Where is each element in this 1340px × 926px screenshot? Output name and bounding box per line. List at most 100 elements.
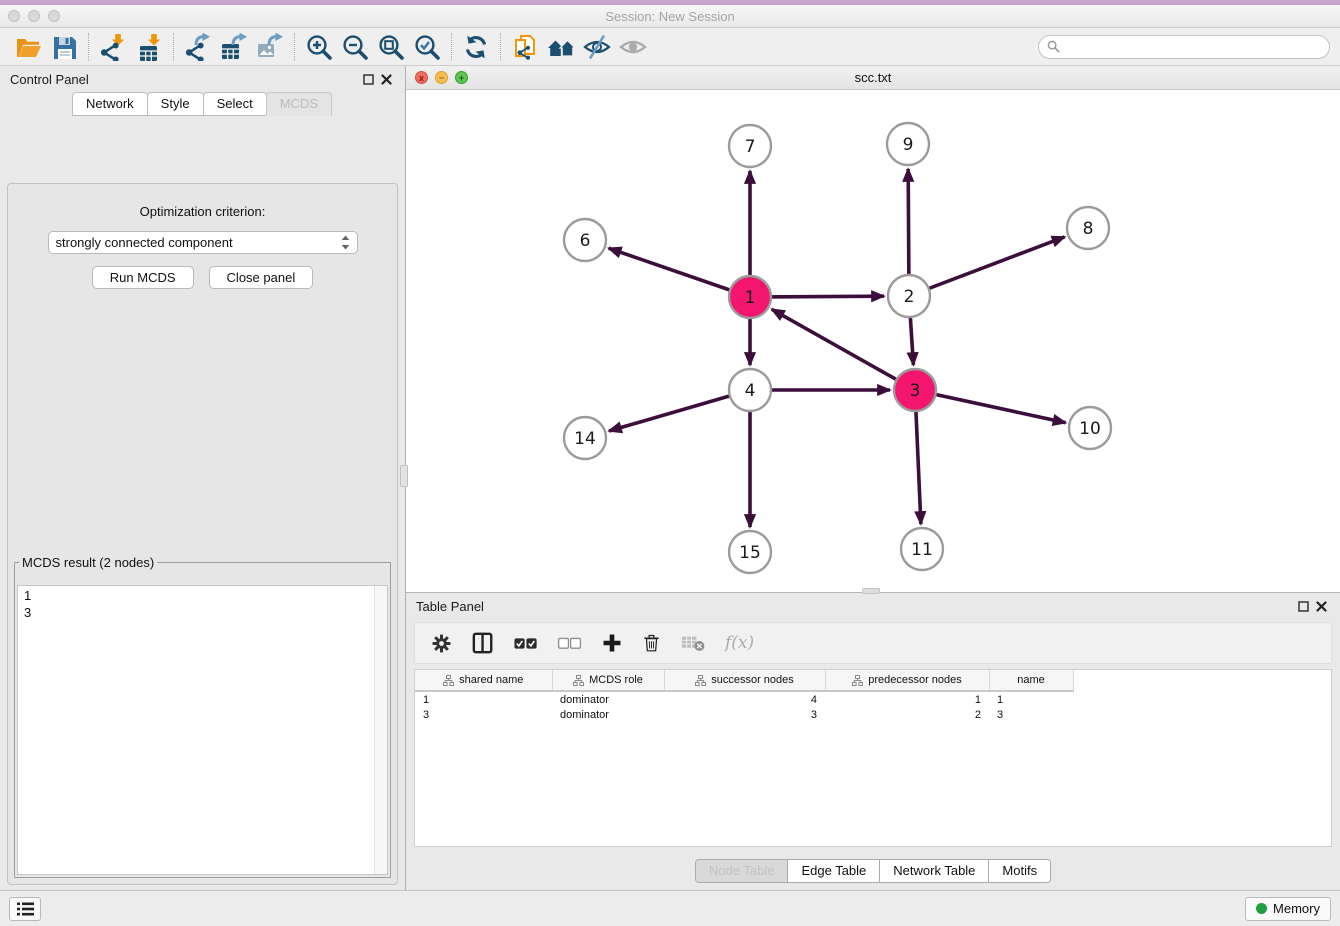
column-header-shared-name[interactable]: shared name (415, 670, 552, 691)
graph-node-7[interactable]: 7 (729, 125, 771, 167)
show-all-icon[interactable] (615, 30, 651, 64)
close-table-panel-icon[interactable] (1312, 598, 1330, 614)
memory-label: Memory (1273, 901, 1320, 916)
table-cell[interactable]: 1 (825, 691, 989, 707)
open-session-icon[interactable] (10, 30, 46, 64)
float-panel-icon[interactable] (359, 71, 377, 87)
table-cell[interactable]: 1 (989, 691, 1073, 707)
column-header-name[interactable]: name (989, 670, 1073, 691)
table-cell[interactable]: 3 (989, 707, 1073, 723)
network-window-controls: x − + (415, 71, 468, 84)
table-tabs-row: Node TableEdge TableNetwork TableMotifs (406, 859, 1340, 883)
export-table-icon[interactable] (216, 30, 252, 64)
tab-style[interactable]: Style (147, 92, 204, 116)
search-icon (1047, 40, 1060, 53)
zoom-selected-icon[interactable] (409, 30, 445, 64)
table-cell[interactable]: dominator (552, 691, 664, 707)
svg-text:15: 15 (739, 543, 761, 563)
first-neighbors-icon[interactable] (543, 30, 579, 64)
graph-node-10[interactable]: 10 (1069, 407, 1111, 449)
row-filler (1073, 691, 1089, 707)
delete-table-icon (681, 634, 705, 652)
deselect-all-icon[interactable] (558, 636, 582, 651)
network-canvas[interactable]: 7 9 6 8 1 2 4 3 14 10 15 11 (406, 90, 1340, 592)
toolbar-separator (173, 33, 174, 61)
graph-node-8[interactable]: 8 (1067, 207, 1109, 249)
zoom-in-icon[interactable] (301, 30, 337, 64)
task-history-button[interactable] (9, 897, 41, 921)
create-column-icon[interactable] (602, 633, 622, 653)
close-panel-button[interactable]: Close panel (209, 266, 314, 289)
float-table-panel-icon[interactable] (1294, 598, 1312, 614)
tab-select[interactable]: Select (203, 92, 267, 116)
graph-node-6[interactable]: 6 (564, 219, 606, 261)
run-mcds-button[interactable]: Run MCDS (92, 266, 194, 289)
clone-network-icon[interactable] (507, 30, 543, 64)
tab-mcds[interactable]: MCDS (266, 92, 332, 116)
table-cell[interactable]: dominator (552, 707, 664, 723)
maximize-window-icon[interactable]: + (455, 71, 468, 84)
column-header-MCDS-role[interactable]: MCDS role (552, 670, 664, 691)
save-session-icon[interactable] (46, 30, 82, 64)
close-panel-icon[interactable] (377, 71, 395, 87)
import-table-icon[interactable] (131, 30, 167, 64)
close-window-icon[interactable]: x (415, 71, 428, 84)
criterion-value: strongly connected component (56, 235, 233, 250)
graph-node-14[interactable]: 14 (564, 417, 606, 459)
tab-edge-table[interactable]: Edge Table (787, 860, 879, 882)
zoom-out-icon[interactable] (337, 30, 373, 64)
graph-node-3[interactable]: 3 (894, 369, 936, 411)
table-row[interactable]: 1dominator411 (415, 691, 1089, 707)
svg-text:8: 8 (1083, 219, 1094, 239)
graph-node-2[interactable]: 2 (888, 275, 930, 317)
memory-button[interactable]: Memory (1245, 897, 1331, 921)
minimize-window-icon[interactable]: − (435, 71, 448, 84)
tab-network[interactable]: Network (72, 92, 148, 116)
import-network-icon[interactable] (95, 30, 131, 64)
refresh-icon[interactable] (458, 30, 494, 64)
graph-node-1[interactable]: 1 (729, 276, 771, 318)
edge-2-8[interactable] (909, 237, 1065, 296)
table-cell[interactable]: 2 (825, 707, 989, 723)
select-all-icon[interactable] (514, 636, 538, 651)
network-svg[interactable]: 7 9 6 8 1 2 4 3 14 10 15 11 (406, 90, 1340, 592)
edge-3-10[interactable] (915, 390, 1066, 423)
graph-node-4[interactable]: 4 (729, 369, 771, 411)
split-panel-icon[interactable] (472, 632, 494, 654)
table-row[interactable]: 3dominator323 (415, 707, 1089, 723)
horizontal-splitter-handle[interactable] (862, 588, 880, 594)
graph-node-9[interactable]: 9 (887, 123, 929, 165)
result-scrollbar[interactable] (374, 586, 387, 874)
edge-3-1[interactable] (772, 309, 915, 390)
export-network-icon[interactable] (180, 30, 216, 64)
graph-node-11[interactable]: 11 (901, 528, 943, 570)
settings-icon[interactable] (431, 633, 452, 654)
svg-text:14: 14 (574, 429, 596, 449)
criterion-select[interactable]: strongly connected component (48, 231, 358, 254)
table-cell[interactable]: 3 (415, 707, 552, 723)
tab-node-table[interactable]: Node Table (696, 860, 788, 882)
tab-motifs[interactable]: Motifs (988, 860, 1050, 882)
tab-network-table[interactable]: Network Table (879, 860, 988, 882)
column-header-successor-nodes[interactable]: successor nodes (664, 670, 825, 691)
edge-1-6[interactable] (609, 248, 750, 297)
export-image-icon[interactable] (252, 30, 288, 64)
toolbar-icons (10, 30, 651, 64)
mcds-tab-content: Optimization criterion: strongly connect… (7, 183, 398, 885)
node-table[interactable]: shared nameMCDS rolesuccessor nodesprede… (415, 670, 1089, 723)
search-box[interactable] (1038, 35, 1330, 59)
hide-selected-icon[interactable] (579, 30, 615, 64)
optimization-criterion-label: Optimization criterion: (8, 204, 397, 219)
svg-text:11: 11 (911, 540, 933, 560)
toolbar-separator (451, 33, 452, 61)
zoom-fit-icon[interactable] (373, 30, 409, 64)
table-cell[interactable]: 4 (664, 691, 825, 707)
vertical-splitter-handle[interactable] (400, 465, 408, 487)
column-header-predecessor-nodes[interactable]: predecessor nodes (825, 670, 989, 691)
table-cell[interactable]: 3 (664, 707, 825, 723)
graph-node-15[interactable]: 15 (729, 531, 771, 573)
mcds-result-box[interactable]: 1 3 (17, 585, 388, 875)
delete-columns-icon[interactable] (642, 632, 661, 654)
table-cell[interactable]: 1 (415, 691, 552, 707)
search-input[interactable] (1065, 40, 1321, 54)
